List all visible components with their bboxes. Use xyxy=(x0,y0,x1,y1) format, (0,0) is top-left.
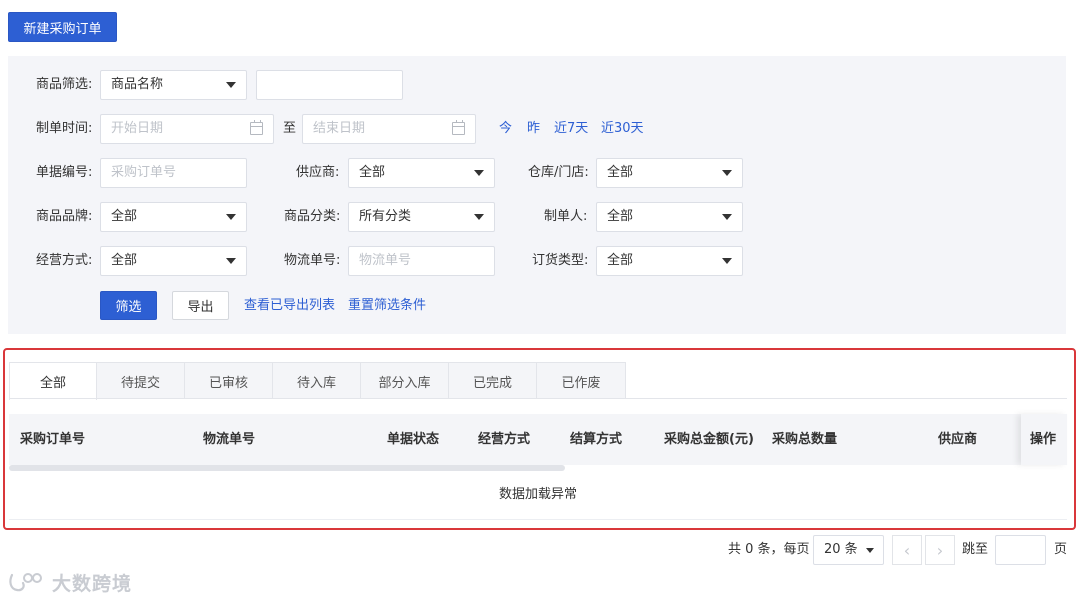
column-header: 经营方式 xyxy=(478,432,531,447)
column-header: 结算方式 xyxy=(570,432,623,447)
caret-down-icon xyxy=(722,258,732,264)
caret-down-icon xyxy=(474,170,484,176)
creator-label: 制单人: xyxy=(544,209,588,224)
watermark: 大数跨境 xyxy=(8,568,132,596)
operation-mode-select[interactable]: 全部 xyxy=(100,246,247,276)
logistics-no-placeholder: 物流单号 xyxy=(359,253,412,268)
warehouse-select-value: 全部 xyxy=(607,165,634,180)
product-filter-select[interactable]: 商品名称 xyxy=(100,70,247,100)
column-header: 操作 xyxy=(1030,432,1057,447)
date-range-to-label: 至 xyxy=(283,121,297,136)
page-size-value: 20 条 xyxy=(824,542,858,557)
column-header: 采购总数量 xyxy=(772,432,838,447)
order-type-label: 订货类型: xyxy=(532,253,589,268)
brand-select-value: 全部 xyxy=(111,209,138,224)
table-bottom-divider xyxy=(9,519,1067,520)
supplier-select[interactable]: 全部 xyxy=(348,158,495,188)
table-empty-message: 数据加载异常 xyxy=(498,487,577,502)
warehouse-label: 仓库/门店: xyxy=(528,165,589,180)
tab-approved[interactable]: 已审核 xyxy=(184,362,273,399)
brand-select[interactable]: 全部 xyxy=(100,202,247,232)
order-time-label: 制单时间: xyxy=(36,121,93,136)
creator-select[interactable]: 全部 xyxy=(596,202,743,232)
doc-no-label: 单据编号: xyxy=(36,165,93,180)
next-page-button[interactable]: › xyxy=(925,535,955,565)
order-type-select-value: 全部 xyxy=(607,253,634,268)
jump-page-input[interactable] xyxy=(995,535,1046,565)
category-label: 商品分类: xyxy=(284,209,341,224)
logistics-no-input[interactable]: 物流单号 xyxy=(348,246,495,276)
end-date-input[interactable]: 结束日期 xyxy=(302,114,476,144)
quick-date-7days[interactable]: 近7天 xyxy=(554,114,588,144)
creator-select-value: 全部 xyxy=(607,209,634,224)
operation-mode-label: 经营方式: xyxy=(36,253,93,268)
quick-date-today[interactable]: 今 xyxy=(499,114,512,144)
tab-divider xyxy=(9,398,1067,399)
tab-all[interactable]: 全部 xyxy=(9,362,97,400)
new-purchase-order-button[interactable]: 新建采购订单 xyxy=(8,12,117,42)
logistics-no-label: 物流单号: xyxy=(284,253,341,268)
view-exports-link[interactable]: 查看已导出列表 xyxy=(244,291,335,321)
operation-column-header: 操作 xyxy=(1021,414,1067,465)
supplier-label: 供应商: xyxy=(296,165,340,180)
quick-date-yesterday[interactable]: 昨 xyxy=(527,114,540,144)
end-date-placeholder: 结束日期 xyxy=(313,121,366,136)
column-header: 采购订单号 xyxy=(20,432,86,447)
calendar-icon xyxy=(452,120,465,135)
doc-no-input[interactable]: 采购订单号 xyxy=(100,158,247,188)
tab-completed[interactable]: 已完成 xyxy=(448,362,537,399)
column-header: 物流单号 xyxy=(203,432,256,447)
prev-page-button[interactable]: ‹ xyxy=(892,535,922,565)
caret-down-icon xyxy=(226,258,236,264)
column-header: 供应商 xyxy=(938,432,978,447)
category-select[interactable]: 所有分类 xyxy=(348,202,495,232)
horizontal-scrollbar[interactable] xyxy=(9,465,565,471)
export-button[interactable]: 导出 xyxy=(172,291,229,320)
operation-mode-select-value: 全部 xyxy=(111,253,138,268)
pagination-total: 共 0 条，每页 xyxy=(728,542,810,557)
column-header: 采购总金额(元) xyxy=(664,432,754,447)
product-filter-select-value: 商品名称 xyxy=(111,77,164,92)
brand-label: 商品品牌: xyxy=(36,209,93,224)
page-size-select[interactable]: 20 条 xyxy=(813,535,884,565)
tab-voided[interactable]: 已作废 xyxy=(536,362,626,399)
category-select-value: 所有分类 xyxy=(359,209,412,224)
product-filter-label: 商品筛选: xyxy=(36,77,93,92)
product-filter-input[interactable] xyxy=(256,70,403,100)
page-unit-label: 页 xyxy=(1054,542,1068,557)
jump-to-label: 跳至 xyxy=(962,542,989,557)
calendar-icon xyxy=(250,120,263,135)
caret-down-icon xyxy=(722,170,732,176)
chevron-right-icon: › xyxy=(936,540,944,560)
watermark-text: 大数跨境 xyxy=(52,572,133,595)
reset-filters-link[interactable]: 重置筛选条件 xyxy=(348,291,426,321)
table-header: 采购订单号 物流单号 单据状态 经营方式 结算方式 采购总金额(元) 采购总数量… xyxy=(9,414,1067,465)
warehouse-select[interactable]: 全部 xyxy=(596,158,743,188)
watermark-logo-icon xyxy=(9,573,42,592)
filter-button[interactable]: 筛选 xyxy=(100,291,157,320)
caret-down-icon xyxy=(226,82,236,88)
caret-down-icon xyxy=(474,214,484,220)
start-date-placeholder: 开始日期 xyxy=(111,121,164,136)
doc-no-placeholder: 采购订单号 xyxy=(111,165,177,180)
column-header: 单据状态 xyxy=(387,432,440,447)
order-type-select[interactable]: 全部 xyxy=(596,246,743,276)
supplier-select-value: 全部 xyxy=(359,165,386,180)
tab-pending-submit[interactable]: 待提交 xyxy=(96,362,185,399)
quick-date-30days[interactable]: 近30天 xyxy=(601,114,644,144)
caret-down-icon xyxy=(722,214,732,220)
caret-down-icon xyxy=(226,214,236,220)
caret-down-icon xyxy=(866,548,874,553)
start-date-input[interactable]: 开始日期 xyxy=(100,114,274,144)
tab-partial-stockin[interactable]: 部分入库 xyxy=(360,362,449,399)
tab-pending-stockin[interactable]: 待入库 xyxy=(272,362,361,399)
chevron-left-icon: ‹ xyxy=(903,540,911,560)
